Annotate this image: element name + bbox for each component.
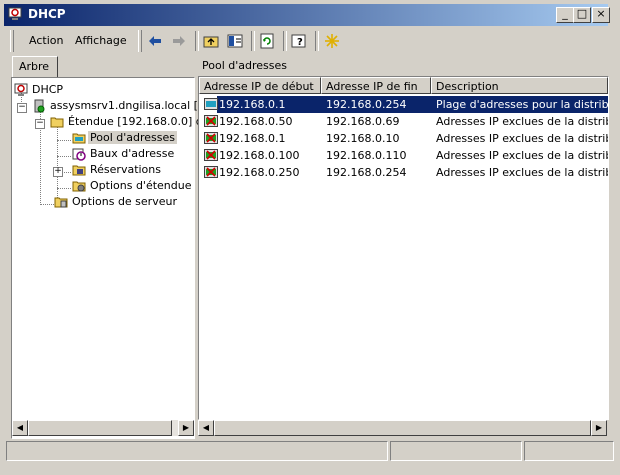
status-cell-3: [524, 441, 614, 461]
row-description: Adresses IP exclues de la distribution: [436, 149, 608, 162]
row-description: Adresses IP exclues de la distribution: [436, 132, 608, 145]
row-start-ip: 192.168.0.1: [219, 132, 286, 145]
help-properties-icon[interactable]: ?: [289, 31, 309, 51]
refresh-icon[interactable]: [257, 31, 277, 51]
exclusion-icon: [204, 132, 218, 144]
details-pane-header: Pool d'adresses: [198, 56, 607, 74]
dhcp-app-icon: [8, 7, 22, 20]
menu-action[interactable]: Action: [29, 34, 63, 47]
scroll-thumb[interactable]: [28, 420, 172, 436]
show-hide-tree-icon[interactable]: [225, 31, 245, 51]
row-start-ip: 192.168.0.250: [219, 166, 300, 179]
window-title: DHCP: [28, 7, 66, 21]
tree-line: [57, 188, 71, 189]
list-item[interactable]: 192.168.0.100 192.168.0.110 Adresses IP …: [199, 147, 608, 164]
close-button[interactable]: ×: [592, 7, 610, 23]
exclusion-icon: [204, 166, 218, 178]
scope-options-icon: [72, 181, 86, 192]
tree-line: [40, 125, 41, 205]
tab-tree-label: Arbre: [19, 60, 50, 73]
toolbar-grip[interactable]: [10, 30, 14, 52]
row-start-ip: 192.168.0.100: [219, 149, 300, 162]
row-description: Adresses IP exclues de la distribution: [436, 115, 608, 128]
exclusion-icon: [204, 149, 218, 161]
list-horizontal-scrollbar[interactable]: ◀ ▶: [198, 420, 607, 436]
tree-item-label: assysmsrv1.dngilisa.local [19: [50, 99, 212, 112]
tree-line: [57, 140, 71, 141]
column-header-start-ip[interactable]: Adresse IP de début: [199, 77, 321, 94]
status-bar: [4, 441, 614, 461]
tree-item-label: Étendue [192.168.0.0] d: [68, 115, 203, 128]
row-description: Plage d'adresses pour la distribution: [436, 98, 608, 111]
toolbar-separator-2: [251, 31, 255, 51]
scroll-thumb[interactable]: [214, 420, 591, 436]
tree-item-label: Réservations: [90, 163, 161, 176]
tree-item-label: DHCP: [32, 83, 64, 96]
details-pane-title: Pool d'adresses: [202, 59, 287, 72]
status-cell-2: [390, 441, 522, 461]
menu-view[interactable]: Affichage: [75, 34, 127, 47]
toolbar-separator-3: [283, 31, 287, 51]
reservations-icon: [72, 165, 86, 176]
up-folder-icon[interactable]: [201, 31, 221, 51]
row-start-ip: 192.168.0.50: [219, 115, 293, 128]
toolbar-separator-4: [315, 31, 319, 51]
row-end-ip: 192.168.0.69: [326, 115, 400, 128]
tree-item-label: Pool d'adresses: [88, 131, 177, 144]
scroll-right-icon[interactable]: ▶: [178, 420, 194, 436]
tree-line: [40, 204, 54, 205]
row-end-ip: 192.168.0.10: [326, 132, 400, 145]
column-header-description[interactable]: Description: [431, 77, 608, 94]
row-end-ip: 192.168.0.254: [326, 98, 407, 111]
server-icon: [34, 99, 45, 113]
tab-tree[interactable]: Arbre: [12, 56, 58, 77]
address-pool-list[interactable]: Adresse IP de début Adresse IP de fin De…: [198, 76, 609, 420]
new-options-icon[interactable]: [322, 31, 342, 51]
collapse-server-expander[interactable]: −: [17, 103, 27, 113]
back-icon[interactable]: [145, 31, 165, 51]
tree-pane: Arbre DHCP − assysmsrv1.dngilisa.local […: [9, 56, 212, 439]
scroll-left-icon[interactable]: ◀: [12, 420, 28, 436]
tree-line: [57, 124, 58, 202]
tree-item-label: Baux d'adresse: [90, 147, 175, 160]
row-start-ip: 192.168.0.1: [219, 98, 286, 111]
details-pane: Pool d'adresses Adresse IP de début Adre…: [198, 56, 609, 438]
dhcp-icon: [14, 83, 28, 96]
row-end-ip: 192.168.0.254: [326, 166, 407, 179]
status-cell-main: [6, 441, 388, 461]
maximize-button[interactable]: □: [573, 7, 591, 23]
toolbar-grip-2[interactable]: [138, 30, 142, 52]
range-icon: [204, 98, 218, 110]
folder-icon: [50, 117, 64, 128]
row-description: Adresses IP exclues de la distribution: [436, 166, 608, 179]
svg-text:?: ?: [297, 37, 303, 48]
title-bar[interactable]: DHCP _ □ ×: [4, 4, 610, 26]
expand-reservations-expander[interactable]: +: [53, 167, 63, 177]
dhcp-window: DHCP _ □ × Action Affichage ? Arbre DHCP…: [0, 0, 620, 475]
scroll-right-icon[interactable]: ▶: [591, 420, 607, 436]
toolbar: Action Affichage ?: [4, 28, 614, 55]
toolbar-separator: [195, 31, 199, 51]
list-item[interactable]: 192.168.0.50 192.168.0.69 Adresses IP ex…: [199, 113, 608, 130]
pool-icon: [72, 133, 86, 144]
leases-icon: [72, 148, 86, 161]
scroll-left-icon[interactable]: ◀: [198, 420, 214, 436]
forward-icon[interactable]: [169, 31, 189, 51]
collapse-scope-expander[interactable]: −: [35, 119, 45, 129]
server-options-icon: [54, 197, 68, 208]
tree-item-label: Options de serveur: [72, 195, 177, 208]
exclusion-icon: [204, 115, 218, 127]
list-item[interactable]: 192.168.0.1 192.168.0.10 Adresses IP exc…: [199, 130, 608, 147]
row-end-ip: 192.168.0.110: [326, 149, 407, 162]
tree-horizontal-scrollbar[interactable]: ◀ ▶: [12, 420, 194, 436]
list-item[interactable]: 192.168.0.1 192.168.0.254 Plage d'adress…: [199, 96, 608, 113]
column-header-end-ip[interactable]: Adresse IP de fin: [321, 77, 431, 94]
minimize-button[interactable]: _: [556, 7, 574, 23]
tree-line: [57, 156, 71, 157]
list-item[interactable]: 192.168.0.250 192.168.0.254 Adresses IP …: [199, 164, 608, 181]
tree-item-label: Options d'étendue: [90, 179, 192, 192]
tree-view[interactable]: DHCP − assysmsrv1.dngilisa.local [19 − É…: [11, 77, 212, 439]
